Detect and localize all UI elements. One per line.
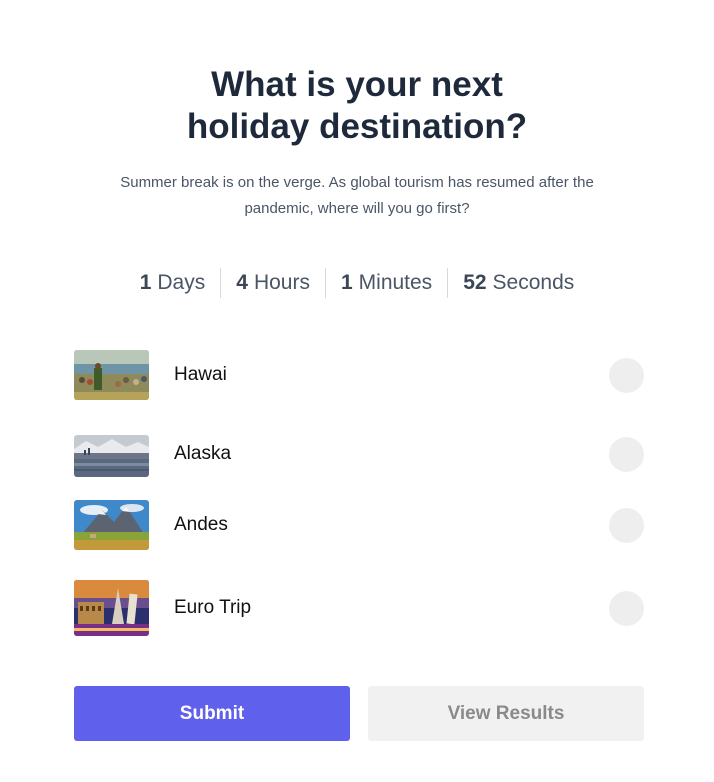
countdown-seconds: 52 Seconds: [447, 268, 589, 298]
option-label: Hawai: [174, 364, 227, 385]
radio-button[interactable]: [609, 507, 644, 543]
hours-unit: Hours: [253, 271, 310, 294]
countdown-hours: 4 Hours: [220, 268, 325, 298]
view-results-button[interactable]: View Results: [368, 686, 644, 741]
option-alaska[interactable]: Alaska: [74, 429, 644, 479]
submit-button[interactable]: Submit: [74, 686, 350, 741]
option-hawai[interactable]: Hawai: [74, 350, 644, 400]
days-value: 1: [139, 271, 152, 294]
minutes-unit: Minutes: [358, 271, 433, 294]
option-label: Euro Trip: [174, 597, 252, 618]
days-unit: Days: [157, 271, 206, 294]
countdown-days: 1 Days: [125, 268, 221, 298]
radio-button[interactable]: [609, 590, 644, 626]
radio-button[interactable]: [609, 357, 644, 393]
radio-button[interactable]: [609, 436, 644, 472]
poll-description: Summer break is on the verge. As global …: [120, 174, 594, 217]
hawai-thumbnail: [74, 350, 149, 400]
option-euro-trip[interactable]: Euro Trip: [74, 580, 644, 636]
option-label: Andes: [174, 514, 228, 535]
seconds-unit: Seconds: [492, 271, 575, 294]
hours-value: 4: [236, 271, 248, 294]
countdown-timer: 1 Days 4 Hours 1 Minutes 52 Seconds: [0, 268, 714, 298]
alaska-thumbnail: [74, 435, 149, 477]
euro-trip-thumbnail: [74, 580, 149, 636]
countdown-minutes: 1 Minutes: [324, 268, 447, 298]
seconds-value: 52: [463, 271, 487, 294]
option-label: Alaska: [174, 443, 232, 464]
poll-title: What is your next holiday destination?: [186, 65, 528, 146]
minutes-value: 1: [340, 271, 353, 294]
option-andes[interactable]: Andes: [74, 500, 644, 550]
andes-thumbnail: [74, 500, 149, 550]
